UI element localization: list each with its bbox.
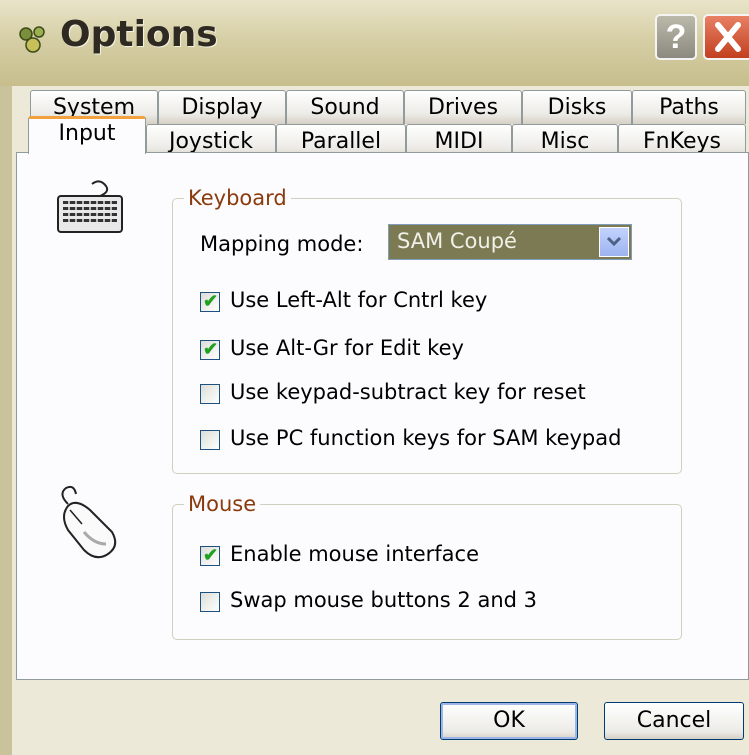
- window-title: Options: [60, 14, 218, 55]
- help-button[interactable]: ?: [655, 14, 697, 60]
- tab-paths[interactable]: Paths: [632, 90, 746, 124]
- pc-function-keys-label[interactable]: Use PC function keys for SAM keypad: [230, 426, 621, 450]
- window-frame: [0, 86, 12, 755]
- tab-display[interactable]: Display: [158, 90, 286, 124]
- title-bar[interactable]: Options ?: [0, 0, 749, 86]
- left-alt-label[interactable]: Use Left-Alt for Cntrl key: [230, 288, 487, 312]
- mapping-mode-value: SAM Coupé: [397, 229, 517, 253]
- app-icon: [19, 26, 45, 53]
- mapping-mode-label: Mapping mode:: [200, 232, 364, 256]
- tab-input[interactable]: Input: [28, 116, 146, 154]
- keyboard-icon: [57, 180, 123, 233]
- dropdown-button[interactable]: [599, 227, 629, 257]
- pc-function-keys-checkbox[interactable]: [200, 430, 220, 450]
- help-icon: ?: [665, 18, 687, 56]
- alt-gr-label[interactable]: Use Alt-Gr for Edit key: [230, 336, 464, 360]
- swap-buttons-label[interactable]: Swap mouse buttons 2 and 3: [230, 588, 537, 612]
- enable-mouse-checkbox[interactable]: ✔: [200, 545, 220, 566]
- tab-drives[interactable]: Drives: [404, 90, 522, 124]
- mouse-icon: [61, 485, 117, 559]
- mouse-group-label: Mouse: [184, 492, 261, 516]
- mouse-group: [172, 504, 682, 640]
- tab-sound[interactable]: Sound: [286, 90, 404, 124]
- keypad-reset-checkbox[interactable]: [200, 384, 220, 404]
- left-alt-checkbox[interactable]: ✔: [200, 291, 220, 312]
- close-icon: [715, 22, 741, 52]
- chevron-down-icon: [606, 236, 622, 247]
- cancel-button[interactable]: Cancel: [604, 702, 744, 740]
- tab-disks[interactable]: Disks: [522, 90, 632, 124]
- checkmark-icon: ✔: [203, 291, 219, 311]
- close-button[interactable]: [703, 14, 749, 60]
- keypad-reset-label[interactable]: Use keypad-subtract key for reset: [230, 380, 586, 404]
- checkmark-icon: ✔: [203, 339, 219, 359]
- keyboard-group-label: Keyboard: [184, 186, 291, 210]
- mapping-mode-select[interactable]: SAM Coupé: [388, 224, 632, 260]
- ok-button[interactable]: OK: [440, 702, 578, 740]
- checkmark-icon: ✔: [203, 545, 219, 565]
- alt-gr-checkbox[interactable]: ✔: [200, 339, 220, 360]
- enable-mouse-label[interactable]: Enable mouse interface: [230, 542, 479, 566]
- swap-buttons-checkbox[interactable]: [200, 592, 220, 612]
